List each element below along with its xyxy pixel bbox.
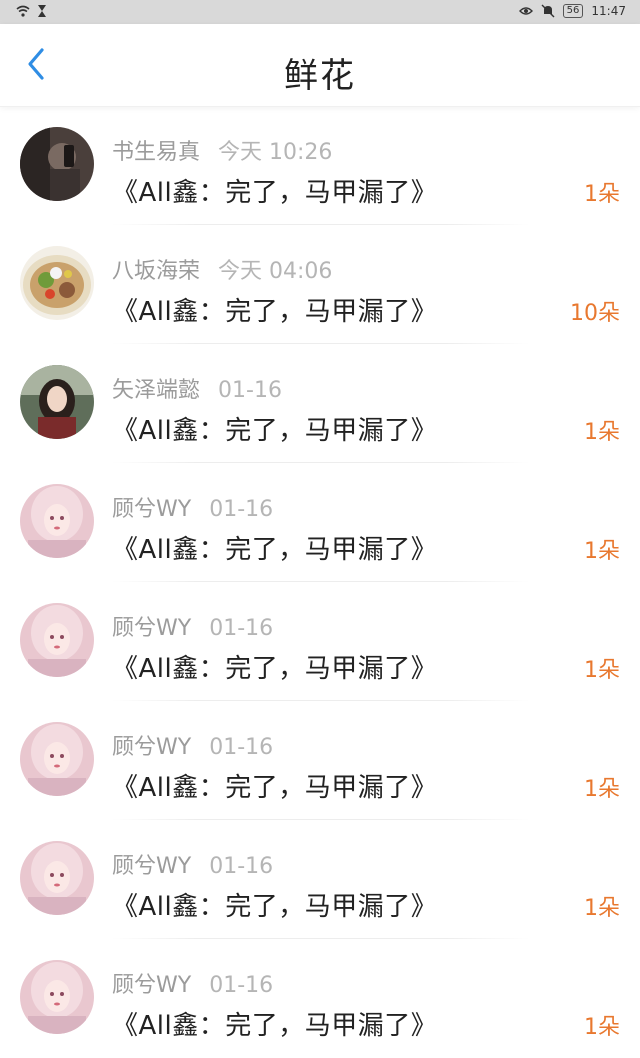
list-item[interactable]: 顾兮WY 01-16 《All鑫：完了，马甲漏了》 1朵 xyxy=(0,463,640,582)
list-item[interactable]: 顾兮WY 01-16 《All鑫：完了，马甲漏了》 1朵 xyxy=(0,582,640,701)
avatar[interactable] xyxy=(20,841,94,915)
avatar[interactable] xyxy=(20,127,94,201)
avatar[interactable] xyxy=(20,484,94,558)
top-navigation-bar: 鲜花 xyxy=(0,24,640,107)
user-name: 八坂海荣 xyxy=(112,259,201,284)
book-title: 《All鑫：完了，马甲漏了》 xyxy=(112,892,438,922)
timestamp: 01-16 xyxy=(218,378,282,403)
timestamp: 01-16 xyxy=(209,854,274,879)
user-name: 顾兮WY xyxy=(112,854,192,879)
timestamp: 01-16 xyxy=(209,497,274,522)
user-name: 顾兮WY xyxy=(112,616,192,641)
avatar[interactable] xyxy=(20,246,94,320)
avatar[interactable] xyxy=(20,365,94,439)
page-title: 鲜花 xyxy=(284,56,356,96)
flower-count: 1朵 xyxy=(584,777,620,802)
eye-icon xyxy=(518,4,533,18)
user-name: 顾兮WY xyxy=(112,497,192,522)
book-title: 《All鑫：完了，马甲漏了》 xyxy=(112,416,438,446)
timestamp: 01-16 xyxy=(209,616,274,641)
user-name: 矢泽端懿 xyxy=(112,378,201,403)
list-item[interactable]: 矢泽端懿 01-16 《All鑫：完了，马甲漏了》 1朵 xyxy=(0,344,640,463)
hourglass-icon xyxy=(36,4,50,18)
flower-count: 1朵 xyxy=(584,420,620,445)
status-time: 11:47 xyxy=(591,4,626,18)
book-title: 《All鑫：完了，马甲漏了》 xyxy=(112,535,438,565)
flower-gift-list: 书生易真 今天 10:26 《All鑫：完了，马甲漏了》 1朵 八坂海荣 今天 … xyxy=(0,106,640,1058)
flower-count: 1朵 xyxy=(584,658,620,683)
timestamp: 01-16 xyxy=(209,973,274,998)
avatar[interactable] xyxy=(20,603,94,677)
list-item[interactable]: 顾兮WY 01-16 《All鑫：完了，马甲漏了》 1朵 xyxy=(0,820,640,939)
avatar[interactable] xyxy=(20,722,94,796)
book-title: 《All鑫：完了，马甲漏了》 xyxy=(112,178,438,208)
timestamp: 今天 04:06 xyxy=(218,259,333,284)
list-item[interactable]: 顾兮WY 01-16 《All鑫：完了，马甲漏了》 1朵 xyxy=(0,939,640,1058)
avatar[interactable] xyxy=(20,960,94,1034)
flower-count: 1朵 xyxy=(584,182,620,207)
timestamp: 今天 10:26 xyxy=(218,140,333,165)
flower-count: 1朵 xyxy=(584,1015,620,1040)
mute-bell-icon xyxy=(541,4,555,18)
status-bar: 56 11:47 xyxy=(0,0,640,24)
flower-count: 10朵 xyxy=(570,301,620,326)
list-item[interactable]: 八坂海荣 今天 04:06 《All鑫：完了，马甲漏了》 10朵 xyxy=(0,225,640,344)
user-name: 顾兮WY xyxy=(112,735,192,760)
flower-count: 1朵 xyxy=(584,896,620,921)
user-name: 书生易真 xyxy=(112,140,201,165)
user-name: 顾兮WY xyxy=(112,973,192,998)
book-title: 《All鑫：完了，马甲漏了》 xyxy=(112,297,438,327)
list-item[interactable]: 书生易真 今天 10:26 《All鑫：完了，马甲漏了》 1朵 xyxy=(0,106,640,225)
timestamp: 01-16 xyxy=(209,735,274,760)
list-item[interactable]: 顾兮WY 01-16 《All鑫：完了，马甲漏了》 1朵 xyxy=(0,701,640,820)
book-title: 《All鑫：完了，马甲漏了》 xyxy=(112,654,438,684)
wifi-icon xyxy=(16,4,30,18)
book-title: 《All鑫：完了，马甲漏了》 xyxy=(112,773,438,803)
flower-count: 1朵 xyxy=(584,539,620,564)
battery-indicator: 56 xyxy=(562,4,584,18)
